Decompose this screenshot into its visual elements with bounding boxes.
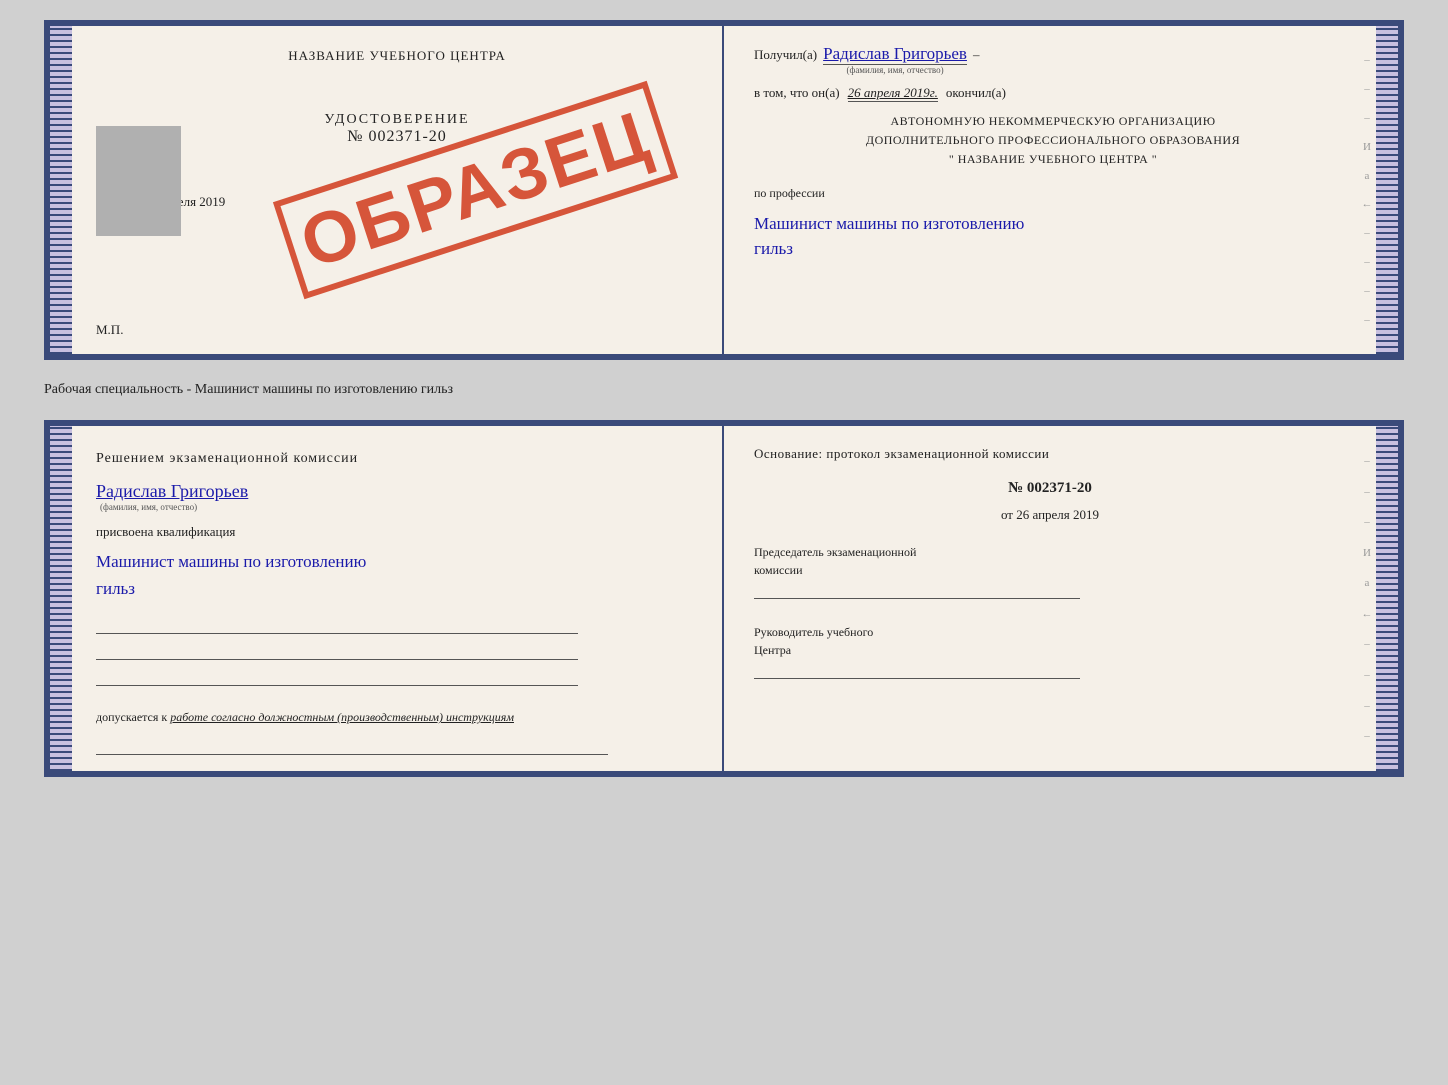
rukovoditel-label1: Руководитель учебного [754,623,1346,641]
org-block: АВТОНОМНУЮ НЕКОММЕРЧЕСКУЮ ОРГАНИЗАЦИЮ ДО… [754,112,1352,170]
side-mark-3: – [1364,112,1370,124]
cert-bottom-inner: Решением экзаменационной комиссии Радисл… [72,426,1376,771]
prisvoena-label: присвоена квалификация [96,524,698,540]
predsedatel-label1: Председатель экзаменационной [754,543,1346,561]
cert-bottom-left: Решением экзаменационной комиссии Радисл… [72,426,724,771]
side-mark-1: – [1364,54,1370,66]
side-mark-2: – [1364,83,1370,95]
left-texture-strip [50,26,72,354]
org-line2: ДОПОЛНИТЕЛЬНОГО ПРОФЕССИОНАЛЬНОГО ОБРАЗО… [754,131,1352,150]
vtom-label: в том, что он(а) [754,85,840,101]
dash-symbol: – [973,47,980,63]
rukovoditel-block: Руководитель учебного Центра [754,623,1346,679]
komissia-hint: (фамилия, имя, отчество) [100,502,197,512]
certificate-bottom: Решением экзаменационной комиссии Радисл… [44,420,1404,777]
udostoverenie-number: № 002371-20 [96,128,698,146]
ot-label: от [1001,507,1013,522]
side-mark-b5: – [1364,669,1370,681]
side-mark-b2: – [1364,486,1370,498]
side-mark-6: – [1364,285,1370,297]
vtom-line: в том, что он(а) 26 апреля 2019г. окончи… [754,85,1352,102]
side-mark-4: – [1364,227,1370,239]
qualification-text: Машинист машины по изготовлению гильз [96,548,698,602]
rukovoditel-label2: Центра [754,641,1346,659]
certificate-top: НАЗВАНИЕ УЧЕБНОГО ЦЕНТРА УДОСТОВЕРЕНИЕ №… [44,20,1404,360]
vydano-line: Выдано 26 апреля 2019 [96,194,698,210]
resheniem-text: Решением экзаменационной комиссии [96,448,698,469]
dopuskaetsya-text: допускается к работе согласно должностны… [96,710,698,725]
poluchil-line: Получил(а) Радислав Григорьев (фамилия, … [754,44,1352,75]
komissia-name: Радислав Григорьев [96,481,248,502]
cert-top-inner: НАЗВАНИЕ УЧЕБНОГО ЦЕНТРА УДОСТОВЕРЕНИЕ №… [72,26,1376,354]
okonchil-label: окончил(а) [946,85,1006,101]
protocol-number: № 002371-20 [754,480,1346,497]
predsedatel-block: Председатель экзаменационной комиссии [754,543,1346,599]
predsedatel-sig-line [754,583,1080,599]
ot-date-value: 26 апреля 2019 [1016,507,1099,522]
side-mark-b4: – [1364,638,1370,650]
profession-line2: гильз [754,239,793,258]
right-texture-strip-bottom [1376,426,1398,771]
org-line1: АВТОНОМНУЮ НЕКОММЕРЧЕСКУЮ ОРГАНИЗАЦИЮ [754,112,1352,131]
udostoverenie-block: УДОСТОВЕРЕНИЕ № 002371-20 [96,112,698,146]
side-mark-a: а [1365,170,1370,182]
po-professii-label: по профессии [754,186,1352,201]
cert-bottom-right: Основание: протокол экзаменационной коми… [724,426,1376,771]
mp-line: М.П. [96,312,698,338]
side-mark-arrow: ← [1362,198,1373,210]
osnovanie-title: Основание: протокол экзаменационной коми… [754,444,1346,464]
cert-top-right: Получил(а) Радислав Григорьев (фамилия, … [724,26,1376,354]
side-mark-b6: – [1364,700,1370,712]
recipient-name: Радислав Григорьев [823,44,967,65]
udostoverenie-label: УДОСТОВЕРЕНИЕ [96,112,698,128]
right-dash-col-top: – – – И а ← – – – – [1358,26,1376,354]
bottom-underlines-left [96,618,698,686]
side-mark-bi: И [1363,547,1371,559]
qualification-line1: Машинист машины по изготовлению [96,552,366,571]
cert-top-left: НАЗВАНИЕ УЧЕБНОГО ЦЕНТРА УДОСТОВЕРЕНИЕ №… [72,26,724,354]
profession-text: Машинист машины по изготовлению гильз [754,211,1352,262]
blank-line-2 [96,644,578,660]
between-label: Рабочая специальность - Машинист машины … [44,378,1404,402]
dopuskaetsya-italic: работе согласно должностным (производств… [170,710,514,724]
ot-date: от 26 апреля 2019 [754,507,1346,523]
blank-line-bottom [96,739,608,755]
vtom-date: 26 апреля 2019г. [848,85,938,102]
predsedatel-label2: комиссии [754,561,1346,579]
side-mark-7: – [1364,314,1370,326]
side-mark-5: – [1364,256,1370,268]
right-texture-strip-top [1376,26,1398,354]
side-mark-ba: а [1365,577,1370,589]
rukovoditel-sig-line [754,663,1080,679]
photo-placeholder [96,126,181,236]
side-mark-b1: – [1364,455,1370,467]
profession-line1: Машинист машины по изготовлению [754,214,1024,233]
fio-hint-top: (фамилия, имя, отчество) [846,65,943,75]
poluchil-label: Получил(а) [754,47,817,63]
blank-line-3 [96,670,578,686]
side-mark-barrow: ← [1362,608,1373,620]
dopuskaetsya-label: допускается к [96,710,167,724]
side-mark-b3: – [1364,516,1370,528]
side-mark-i: И [1363,141,1371,153]
left-texture-strip-bottom [50,426,72,771]
qualification-line2: гильз [96,579,135,598]
org-name: " НАЗВАНИЕ УЧЕБНОГО ЦЕНТРА " [754,150,1352,169]
blank-line-1 [96,618,578,634]
right-dash-col-bottom: – – – И а ← – – – – [1358,426,1376,771]
side-mark-b7: – [1364,730,1370,742]
school-name-top: НАЗВАНИЕ УЧЕБНОГО ЦЕНТРА [96,48,698,64]
